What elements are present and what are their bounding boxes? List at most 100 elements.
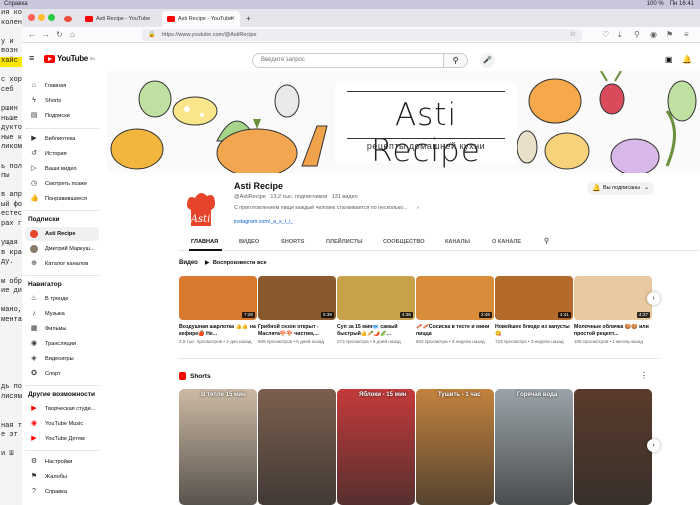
short-card[interactable]: Горячая вода (495, 389, 573, 505)
minimize-window-button[interactable] (38, 14, 45, 21)
extension-icon[interactable]: ⚲ (634, 30, 640, 40)
sidebar-item-yt-music[interactable]: ◉ YouTube Music (25, 417, 99, 431)
notifications-icon[interactable]: 🔔 (682, 55, 692, 64)
sidebar-item-subscription-2[interactable]: Дмитрий Маркуш... (25, 242, 99, 256)
tab-videos[interactable]: ВИДЕО (239, 239, 259, 245)
short-card[interactable] (258, 389, 336, 505)
video-title[interactable]: Молочные облачка 🍪🍪 или простой рецепт..… (574, 324, 652, 337)
subscribe-button[interactable]: 🔔 Вы подписаны ⌄ (587, 182, 654, 195)
video-thumbnail[interactable]: 5:39 (258, 276, 336, 320)
video-title[interactable]: Грибной сезон открыт - Маслята🍄🍄 чистим,… (258, 324, 336, 337)
background-text-line (0, 345, 22, 355)
back-icon[interactable]: ← (28, 30, 36, 40)
sidebar-item-asti-recipe[interactable]: Asti Recipe (25, 227, 99, 241)
tab-shorts[interactable]: SHORTS (281, 239, 304, 245)
sidebar-item-watch-later[interactable]: ◷ Смотреть позже (25, 177, 99, 191)
bell-icon: 🔔 (592, 185, 601, 192)
short-card[interactable]: В тепле 15 мин (179, 389, 257, 505)
video-thumbnail[interactable]: 4:41 (495, 276, 573, 320)
sidebar-item-live[interactable]: ◉ Трансляции (25, 337, 99, 351)
menu-icon[interactable]: ≡ (684, 30, 689, 40)
create-video-icon[interactable]: ▣ (665, 55, 673, 64)
sidebar-item-home[interactable]: ⌂ Главная (25, 79, 99, 93)
sidebar-item-gaming[interactable]: ◈ Видеоигры (25, 352, 99, 366)
background-text-line (0, 182, 22, 192)
video-title[interactable]: Воздушная шарлотка 👍👍 на кефире🍎 Не... (179, 324, 257, 337)
tab-asti-recipe-active[interactable]: Asti Recipe - YouTube ✕ (162, 11, 240, 27)
sidebar-item-history[interactable]: ↺ История (25, 147, 99, 161)
video-title[interactable]: 🥓🥓Сосиска в тесте и мини пицца (416, 324, 494, 337)
voice-search-button[interactable]: 🎤 (480, 53, 495, 68)
channel-link[interactable]: instagram.com/_a_s_t_i_ (234, 219, 293, 225)
sidebar-item-liked[interactable]: 👍 Понравившиеся (25, 192, 99, 206)
video-thumbnail[interactable]: 2:48 (416, 276, 494, 320)
channel-avatar[interactable]: Asti (179, 188, 222, 231)
sidebar-item-studio[interactable]: ▶ Творческая студи... (25, 402, 99, 416)
search-input[interactable]: Введите запрос (252, 53, 444, 68)
video-meta: 949 просмотров • 5 дней назад (258, 339, 325, 344)
maximize-window-button[interactable] (48, 14, 55, 21)
video-card[interactable]: 7:26 Воздушная шарлотка 👍👍 на кефире🍎 Не.… (179, 276, 257, 344)
home-icon: ⌂ (31, 82, 37, 89)
sidebar-item-sports[interactable]: ✪ Спорт (25, 367, 99, 381)
tab-channels[interactable]: КАНАЛЫ (445, 239, 470, 245)
tab-about[interactable]: О КАНАЛЕ (492, 239, 521, 245)
account-icon[interactable]: ◉ (650, 30, 657, 40)
extension-icon[interactable]: ⚑ (666, 30, 673, 40)
video-card[interactable]: 4:41 Новейшее блюдо из капусты😋 723 просмо… (495, 276, 573, 344)
video-title[interactable]: Новейшее блюдо из капусты😋 (495, 324, 573, 337)
more-options-icon[interactable]: ⋮ (640, 371, 648, 380)
channel-search-icon[interactable]: ⚲ (544, 237, 549, 245)
short-card[interactable]: Яблоки - 15 мин (337, 389, 415, 505)
video-thumbnail[interactable]: 4:27 (574, 276, 652, 320)
background-text-line: мента (1, 316, 22, 324)
address-bar[interactable]: 🔒 https://www.youtube.com/@AstiRecipe ☆ (142, 29, 582, 41)
sidebar-item-films[interactable]: ▦ Фильмы (25, 322, 99, 336)
video-card[interactable]: 5:39 Грибной сезон открыт - Маслята🍄🍄 чис… (258, 276, 336, 344)
next-shorts-button[interactable]: › (647, 439, 660, 452)
pocket-icon[interactable]: ♡ (602, 30, 609, 40)
tab-asti-recipe-1[interactable]: Asti Recipe - YouTube (80, 11, 160, 27)
sidebar-item-library[interactable]: ▶ Библиотека (25, 132, 99, 146)
video-thumbnail[interactable]: 4:36 (337, 276, 415, 320)
tab-community[interactable]: СООБЩЕСТВО (383, 239, 425, 245)
reload-icon[interactable]: ↻ (56, 30, 63, 40)
yt-kids-icon: ▶ (31, 435, 37, 442)
video-thumbnail[interactable]: 7:26 (179, 276, 257, 320)
play-all-button[interactable]: ▶ Воспроизвести все (205, 260, 267, 266)
video-views: 822 просмотра (416, 339, 448, 344)
downloads-icon[interactable]: ⤓ (618, 30, 622, 40)
browser-toolbar: ← → ↻ ⌂ 🔒 https://www.youtube.com/@AstiR… (22, 27, 700, 43)
bookmark-star-icon[interactable]: ☆ (570, 29, 576, 41)
new-tab-button[interactable]: + (244, 11, 258, 27)
sidebar-item-help[interactable]: ? Справка (25, 485, 99, 499)
menu-help[interactable]: Справка (4, 0, 28, 9)
close-tab-icon[interactable]: ✕ (230, 11, 235, 27)
menu-hamburger-icon[interactable]: ≡ (29, 53, 34, 63)
sidebar-item-trending[interactable]: ♨ В тренде (25, 292, 99, 306)
video-title[interactable]: Суп за 15 мин🥣 самый быстрый👍🥕🌶️🫛... (337, 324, 415, 337)
channel-description[interactable]: С приготовлением пищи каждый человек ста… (234, 205, 419, 211)
next-videos-button[interactable]: › (647, 292, 660, 305)
sidebar-item-yt-kids[interactable]: ▶ YouTube Детям (25, 432, 99, 446)
home-browser-icon[interactable]: ⌂ (70, 30, 75, 40)
sidebar-item-settings[interactable]: ⚙ Настройки (25, 455, 99, 469)
short-card[interactable]: Тушить - 1 час (416, 389, 494, 505)
forward-icon[interactable]: → (42, 30, 50, 40)
sidebar-item-your-videos[interactable]: ▷ Ваши видео (25, 162, 99, 176)
tab-playlists[interactable]: ПЛЕЙЛИСТЫ (326, 239, 362, 245)
tab-pinned[interactable] (60, 11, 76, 27)
sidebar-item-reports[interactable]: ⚑ Жалобы (25, 470, 99, 484)
video-card[interactable]: 4:36 Суп за 15 мин🥣 самый быстрый👍🥕🌶️🫛...… (337, 276, 415, 344)
tab-home[interactable]: ГЛАВНАЯ (191, 239, 218, 245)
sidebar-item-shorts[interactable]: ϟ Shorts (25, 94, 99, 108)
video-card[interactable]: 2:48 🥓🥓Сосиска в тесте и мини пицца 822 пр… (416, 276, 494, 344)
short-card[interactable] (574, 389, 652, 505)
search-button[interactable]: ⚲ (444, 53, 468, 68)
sidebar-item-subscriptions[interactable]: ▤ Подписки (25, 109, 99, 123)
close-window-button[interactable] (28, 14, 35, 21)
video-card[interactable]: 4:27 Молочные облачка 🍪🍪 или простой реце… (574, 276, 652, 344)
youtube-logo[interactable]: YouTube RU (44, 54, 95, 63)
sidebar-item-channel-catalog[interactable]: ⊕ Каталог каналов (25, 257, 99, 271)
sidebar-item-music[interactable]: ♪ Музыка (25, 307, 99, 321)
